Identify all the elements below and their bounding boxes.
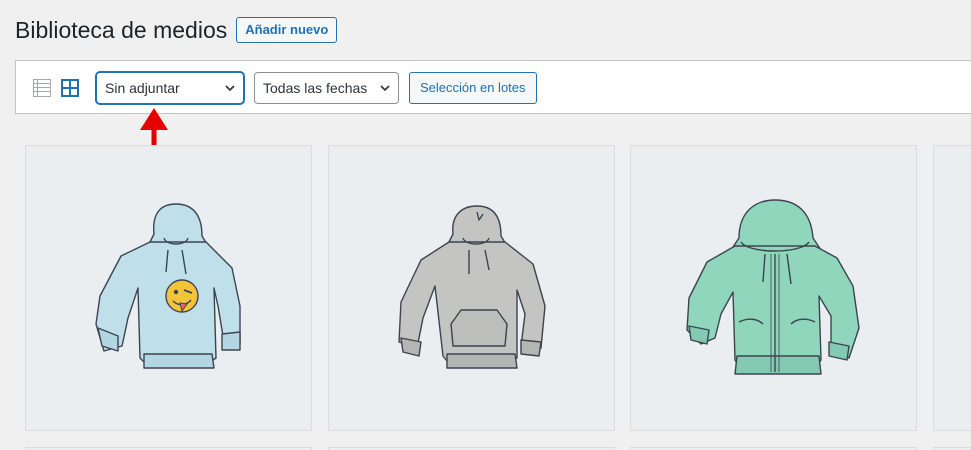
media-item-1[interactable] — [25, 145, 312, 431]
page-title: Biblioteca de medios — [15, 17, 228, 43]
list-view-icon[interactable] — [33, 79, 51, 97]
date-filter-select[interactable]: Todas las fechas — [254, 72, 399, 104]
media-item-4[interactable] — [933, 145, 971, 431]
grey-hoodie-with-pocket-image — [398, 205, 546, 369]
add-new-button[interactable]: Añadir nuevo — [236, 17, 338, 43]
page-header: Biblioteca de medios Añadir nuevo — [15, 16, 338, 44]
media-item-3[interactable] — [630, 145, 917, 431]
teal-zip-hoodie-image — [686, 199, 860, 375]
media-toolbar: Sin adjuntar Todas las fechas Selección … — [15, 60, 971, 114]
date-filter-value: Todas las fechas — [263, 80, 368, 96]
light-blue-hoodie-with-emoji-image — [95, 203, 241, 369]
attachment-filter-select[interactable]: Sin adjuntar — [96, 72, 244, 104]
media-item-2[interactable] — [328, 145, 615, 431]
bulk-select-button[interactable]: Selección en lotes — [409, 72, 537, 104]
chevron-down-icon — [225, 85, 235, 92]
grid-view-icon[interactable] — [61, 79, 79, 97]
media-library-page: Biblioteca de medios Añadir nuevo Sin ad… — [0, 0, 971, 450]
chevron-down-icon — [380, 85, 390, 92]
attachment-filter-value: Sin adjuntar — [105, 80, 180, 96]
